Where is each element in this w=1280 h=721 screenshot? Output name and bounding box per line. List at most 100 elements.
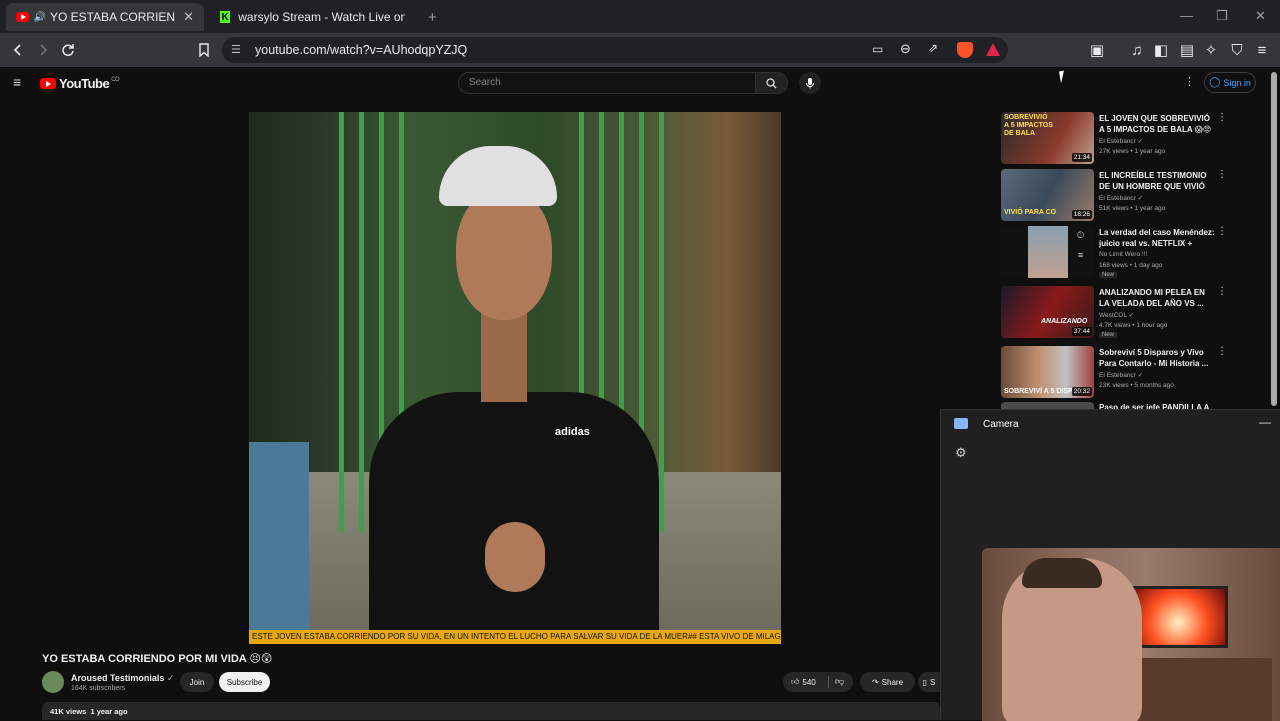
like-divider [828, 676, 829, 688]
related-video-item[interactable]: ANALIZANDO 37:44 ANALIZANDO MI PELEA EN … [1001, 286, 1227, 341]
channel-avatar[interactable] [42, 671, 64, 693]
browser-menu-icon[interactable]: ≡ [1252, 40, 1272, 60]
tab-kick[interactable]: K warsylo Stream - Watch Live on Kick [210, 3, 415, 31]
music-note-icon[interactable]: ♫ [1127, 40, 1147, 60]
gear-icon[interactable]: ⚙ [955, 445, 967, 461]
subscribe-button[interactable]: Subscribe [219, 672, 270, 692]
url-text[interactable]: youtube.com/watch?v=AUhodqpYZJQ [255, 43, 467, 57]
channel-name-text[interactable]: Aroused Testimonials [71, 673, 164, 683]
video-thumbnail[interactable]: SOBREVIVÍ A 5 DISP 20:32 [1001, 346, 1094, 398]
youtube-wordmark: YouTube [59, 76, 110, 91]
more-options-icon[interactable]: ⋮ [1184, 75, 1195, 88]
related-title[interactable]: EL JOVEN QUE SOBREVIVIÓ A 5 IMPACTOS DE … [1099, 113, 1215, 135]
minimize-window-icon[interactable]: — [1180, 8, 1193, 23]
video-thumbnail[interactable]: 🕓︎ ≡ [1001, 226, 1094, 278]
more-options-icon[interactable]: ⋮ [1217, 286, 1227, 297]
related-channel[interactable]: WestCOL ✓ [1099, 311, 1134, 319]
bookmark-save-icon: ▯ [922, 677, 928, 687]
thumbnail-text: VIVIÓ PARA CO [1004, 209, 1057, 216]
back-arrow-icon[interactable] [8, 40, 28, 60]
camera-feed [982, 548, 1280, 721]
save-label: S [930, 677, 936, 687]
person-cap [439, 146, 557, 206]
video-thumbnail[interactable]: VIVIÓ PARA CO 18:26 [1001, 169, 1094, 221]
thumbs-down-icon[interactable]: 👎︎ [835, 676, 844, 687]
youtube-logo[interactable]: YouTube CO [40, 76, 120, 91]
vpn-shield-icon[interactable]: ⛉ [1227, 40, 1247, 60]
more-options-icon[interactable]: ⋮ [1217, 346, 1227, 357]
sidebar-panel-icon[interactable]: ▣ [1087, 40, 1107, 60]
related-channel[interactable]: El Estebancr ✓ [1099, 194, 1143, 202]
related-channel[interactable]: El Estebancr ✓ [1099, 137, 1143, 145]
new-badge: New [1099, 272, 1118, 278]
new-tab-button[interactable]: + [418, 3, 438, 31]
brave-shields-icon[interactable] [957, 42, 973, 58]
related-title[interactable]: Sobreviví 5 Disparos y Vivo Para Contarl… [1099, 347, 1215, 369]
related-title[interactable]: EL INCREÍBLE TESTIMONIO DE UN HOMBRE QUE… [1099, 170, 1215, 192]
cast-icon[interactable]: ▭ [872, 42, 883, 56]
share-page-icon[interactable]: ⇗ [928, 41, 938, 55]
watch-later-icon[interactable]: 🕓︎ [1077, 230, 1084, 241]
new-badge: New [1099, 332, 1118, 338]
thumbs-up-icon: 👍︎ [791, 677, 800, 686]
tab-youtube[interactable]: 🔊 YO ESTABA CORRIENDO POR ✕ [6, 3, 204, 31]
thumbnail-text: SOBREVIVÍ A 5 DISP [1004, 388, 1073, 395]
search-input[interactable]: Search [458, 72, 756, 94]
save-button[interactable]: ▯ S [918, 672, 940, 692]
page-scrollbar[interactable] [1271, 72, 1277, 406]
thumbnail-text: ANALIZANDO [1041, 318, 1088, 325]
wallet-icon[interactable]: ▤ [1177, 40, 1197, 60]
more-options-icon[interactable]: ⋮ [1217, 112, 1227, 123]
related-video-item[interactable]: 🕓︎ ≡ La verdad del caso Menéndez: juicio… [1001, 226, 1227, 281]
video-thumbnail[interactable]: SOBREVIVIÓ A 5 IMPACTOS DE BALA 21:34 [1001, 112, 1094, 164]
search-icon [766, 77, 777, 88]
sign-in-button[interactable]: ◯ Sign in [1204, 72, 1256, 93]
browser-toolbar: ☰ youtube.com/watch?v=AUhodqpYZJQ ▭ ⊖ ⇗ … [0, 33, 1280, 67]
leo-ai-icon[interactable]: ✧ [1201, 40, 1221, 60]
search-button[interactable] [756, 72, 788, 94]
voice-search-button[interactable] [799, 72, 821, 94]
brave-rewards-icon[interactable] [986, 43, 1000, 56]
site-info-icon[interactable]: ☰ [231, 43, 241, 56]
person-hands [485, 522, 545, 592]
minimize-camera-icon[interactable]: — [1259, 415, 1271, 429]
subscriber-count: 164K subscribers [71, 685, 126, 692]
like-count: 540 [802, 677, 816, 687]
maximize-window-icon[interactable]: ❐ [1216, 8, 1228, 24]
description-box[interactable]: 41K views 1 year ago [42, 702, 940, 720]
related-meta: 168 views • 1 day ago [1099, 262, 1163, 269]
related-channel[interactable]: No Limit Wero !!! [1099, 251, 1147, 258]
bookmark-icon[interactable] [194, 40, 214, 60]
camera-window[interactable]: Camera — ⚙ [940, 409, 1280, 721]
upload-date: 1 year ago [90, 707, 128, 716]
video-player[interactable]: adidas [249, 112, 781, 644]
thumbnail-text: SOBREVIVIÓ A 5 IMPACTOS DE BALA [1004, 114, 1053, 137]
more-options-icon[interactable]: ⋮ [1217, 226, 1227, 237]
tab-close-icon[interactable]: ✕ [183, 9, 194, 25]
tab-title: warsylo Stream - Watch Live on Kick [238, 10, 405, 24]
video-title: YO ESTABA CORRIENDO POR MI VIDA 😣😲 [42, 653, 273, 665]
browser-tab-strip: 🔊 YO ESTABA CORRIENDO POR ✕ K warsylo St… [0, 0, 1280, 33]
address-bar[interactable]: ☰ youtube.com/watch?v=AUhodqpYZJQ ▭ ⊖ ⇗ [222, 37, 1008, 63]
speaker-audio-icon[interactable]: 🔊 [33, 12, 45, 23]
related-meta: 27K views • 1 year ago [1099, 148, 1166, 155]
related-meta: 51K views • 1 year ago [1099, 205, 1166, 212]
video-thumbnail[interactable]: ANALIZANDO 37:44 [1001, 286, 1094, 338]
share-button[interactable]: ↷ Share [860, 672, 915, 692]
close-window-icon[interactable]: ✕ [1255, 8, 1266, 24]
add-to-queue-icon[interactable]: ≡ [1078, 250, 1083, 260]
related-title[interactable]: ANALIZANDO MI PELEA EN LA VELADA DEL AÑO… [1099, 287, 1215, 309]
forward-arrow-icon[interactable] [33, 40, 53, 60]
more-options-icon[interactable]: ⋮ [1217, 169, 1227, 180]
hamburger-icon[interactable]: ≡ [13, 74, 21, 90]
reload-icon[interactable] [58, 40, 78, 60]
related-video-item[interactable]: VIVIÓ PARA CO 18:26 EL INCREÍBLE TESTIMO… [1001, 169, 1227, 224]
related-video-item[interactable]: SOBREVIVÍ A 5 DISP 20:32 Sobreviví 5 Dis… [1001, 346, 1227, 401]
zoom-icon[interactable]: ⊖ [900, 41, 911, 57]
related-video-item[interactable]: SOBREVIVIÓ A 5 IMPACTOS DE BALA 21:34 EL… [1001, 112, 1227, 167]
related-title[interactable]: La verdad del caso Menéndez: juicio real… [1099, 227, 1215, 249]
related-channel[interactable]: El Estebancr ✓ [1099, 371, 1143, 379]
join-button[interactable]: Join [180, 672, 214, 692]
channel-name[interactable]: Aroused Testimonials ✓ [71, 673, 174, 684]
sidebar-toggle-icon[interactable]: ◧ [1151, 40, 1171, 60]
